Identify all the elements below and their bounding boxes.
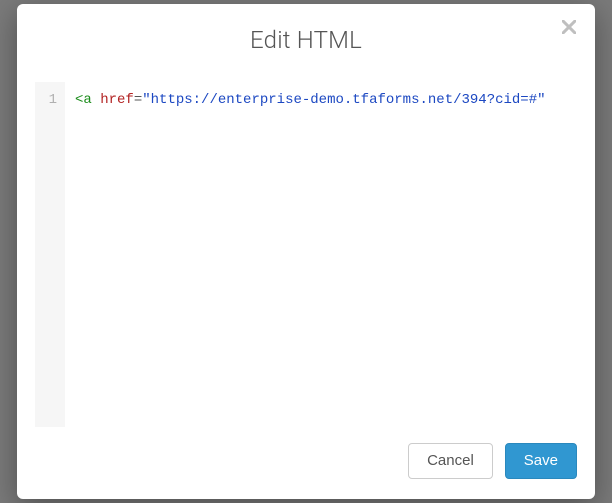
save-button[interactable]: Save	[505, 443, 577, 479]
code-token-space	[92, 92, 100, 108]
modal-title: Edit HTML	[37, 26, 575, 54]
cancel-button[interactable]: Cancel	[408, 443, 493, 479]
close-button[interactable]	[557, 16, 581, 40]
code-content[interactable]: <a href="https://enterprise-demo.tfaform…	[65, 82, 577, 427]
line-number: 1	[47, 90, 57, 110]
close-icon	[562, 20, 576, 37]
code-token-string: https://enterprise-demo.tfaforms.net/394…	[151, 92, 537, 108]
line-gutter: 1	[35, 82, 65, 427]
code-token-tag: a	[83, 92, 91, 108]
code-editor[interactable]: 1 <a href="https://enterprise-demo.tfafo…	[35, 82, 577, 427]
code-token-equals: =	[134, 92, 142, 108]
modal-footer: Cancel Save	[17, 427, 595, 499]
code-token-quote: "	[537, 92, 545, 108]
modal-header: Edit HTML	[17, 4, 595, 64]
code-token-attr: href	[100, 92, 134, 108]
code-token-quote: "	[142, 92, 150, 108]
edit-html-modal: Edit HTML 1 <a href="https://enterprise-…	[17, 4, 595, 499]
